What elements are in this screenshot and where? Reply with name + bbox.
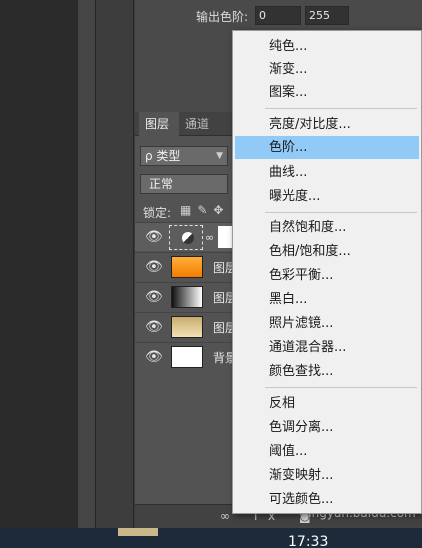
taskbar-clock: 17:33 <box>288 534 329 548</box>
lock-icons[interactable]: ▦✎✥ <box>180 203 229 217</box>
canvas-edge <box>78 0 96 528</box>
panel-strip <box>96 0 134 528</box>
menu-item-gradient[interactable]: 渐变... <box>235 58 419 81</box>
link-icon[interactable]: ∞ <box>205 231 214 244</box>
menu-item-hue-saturation[interactable]: 色相/饱和度... <box>235 240 419 263</box>
output-levels-label: 输出色阶: <box>196 10 249 24</box>
layer-thumbnail <box>171 256 203 278</box>
kind-filter-label: ρ 类型 <box>145 149 181 163</box>
blend-mode-select[interactable]: 正常 <box>140 174 228 194</box>
layer-mask-thumbnail[interactable] <box>218 226 232 248</box>
menu-item-pattern[interactable]: 图案... <box>235 81 419 104</box>
taskbar-thumbnail[interactable] <box>118 528 158 536</box>
menu-item-brightness-contrast[interactable]: 亮度/对比度... <box>235 113 419 136</box>
eye-icon[interactable]: 👁 <box>145 259 163 275</box>
menu-item-color-balance[interactable]: 色彩平衡... <box>235 264 419 287</box>
kind-filter-select[interactable]: ρ 类型 ▼ <box>140 146 228 166</box>
chevron-down-icon: ▼ <box>216 151 223 161</box>
eye-icon[interactable]: 👁 <box>145 349 163 365</box>
taskbar: 17:33 <box>0 528 422 548</box>
eye-icon[interactable]: 👁 <box>145 319 163 335</box>
output-min-field[interactable]: 0 <box>255 6 301 25</box>
layer-thumbnail <box>171 346 203 368</box>
layer-thumbnail <box>171 316 203 338</box>
menu-item-invert[interactable]: 反相 <box>235 392 419 415</box>
adjustment-icon <box>182 232 194 244</box>
menu-item-black-white[interactable]: 黑白... <box>235 288 419 311</box>
menu-item-selective-color[interactable]: 可选颜色... <box>235 488 419 511</box>
eye-icon[interactable]: 👁 <box>145 229 163 245</box>
menu-item-solid-color[interactable]: 纯色... <box>235 35 419 58</box>
eye-icon[interactable]: 👁 <box>145 289 163 305</box>
canvas-area[interactable] <box>0 0 78 528</box>
menu-item-exposure[interactable]: 曝光度... <box>235 185 419 208</box>
menu-item-levels[interactable]: 色阶... <box>235 136 419 159</box>
tab-channels[interactable]: 通道 <box>185 112 209 136</box>
menu-item-color-lookup[interactable]: 颜色查找... <box>235 360 419 383</box>
menu-separator <box>265 108 417 109</box>
menu-item-channel-mixer[interactable]: 通道混合器... <box>235 336 419 359</box>
lock-label: 锁定: <box>143 206 172 220</box>
menu-separator <box>265 387 417 388</box>
output-max-field[interactable]: 255 <box>305 6 349 25</box>
menu-item-vibrance[interactable]: 自然饱和度... <box>235 216 419 239</box>
adjustment-layer-thumbnail[interactable] <box>169 225 203 250</box>
menu-item-photo-filter[interactable]: 照片滤镜... <box>235 312 419 335</box>
menu-item-curves[interactable]: 曲线... <box>235 161 419 184</box>
menu-separator <box>265 212 417 213</box>
menu-item-posterize[interactable]: 色调分离... <box>235 416 419 439</box>
menu-item-gradient-map[interactable]: 渐变映射... <box>235 464 419 487</box>
new-adjustment-menu: 纯色... 渐变... 图案... 亮度/对比度... 色阶... 曲线... … <box>232 30 422 514</box>
tab-layers[interactable]: 图层 <box>139 112 179 136</box>
menu-item-threshold[interactable]: 阈值... <box>235 440 419 463</box>
layer-thumbnail <box>171 286 203 308</box>
